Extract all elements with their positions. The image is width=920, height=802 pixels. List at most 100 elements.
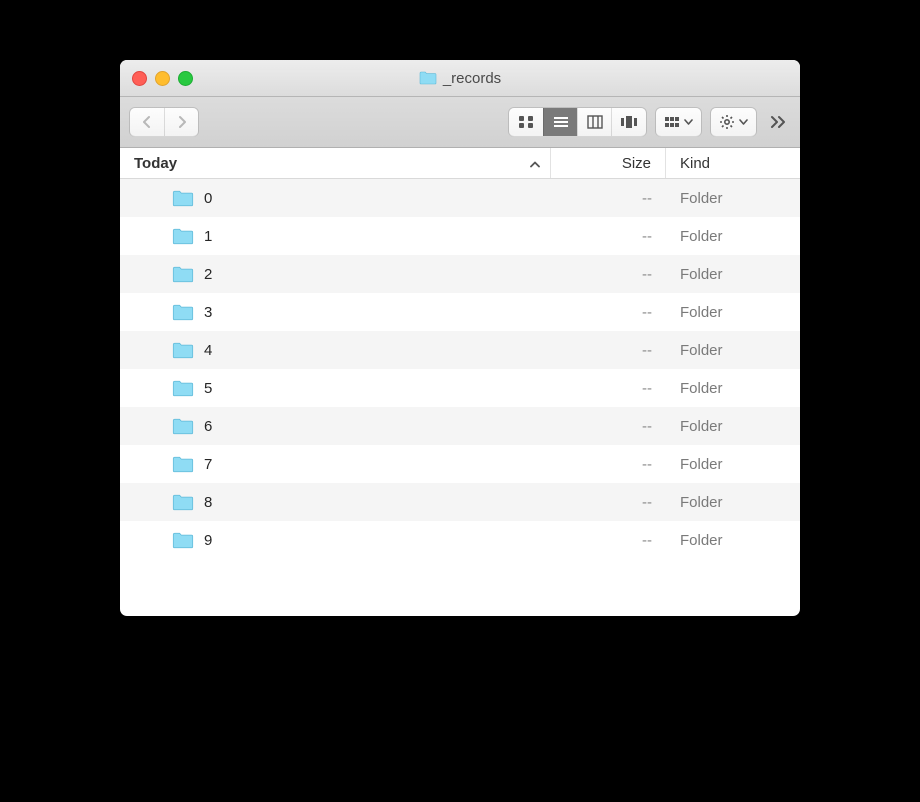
file-name-cell: 1 [120,228,552,245]
column-view-button[interactable] [577,108,611,136]
column-headers: Today Size Kind [120,148,800,179]
table-row[interactable]: 6 --Folder [120,407,800,445]
file-size-cell: -- [552,266,666,283]
view-mode-buttons [509,108,646,136]
icon-view-button[interactable] [509,108,543,136]
file-size-cell: -- [552,190,666,207]
file-size-cell: -- [552,418,666,435]
nav-buttons [130,108,198,136]
chevron-down-icon [739,119,748,125]
file-size-cell: -- [552,342,666,359]
file-name-cell: 5 [120,380,552,397]
sort-indicator [530,155,540,172]
folder-icon [172,456,194,473]
table-row[interactable]: 3--Folder [120,293,800,331]
zoom-window-button[interactable] [178,71,193,86]
table-row[interactable]: 9--Folder [120,521,800,559]
file-kind-cell: Folder [666,266,800,283]
file-name-cell: 6 [120,418,552,435]
folder-icon [172,494,194,511]
file-kind-cell: Folder [666,456,800,473]
file-name-cell: 7 [120,456,552,473]
file-name-cell: 8 [120,494,552,511]
folder-icon [172,342,194,359]
file-name: 3 [204,304,212,321]
file-size-cell: -- [552,456,666,473]
size-column-header[interactable]: Size [550,148,665,178]
forward-button[interactable] [164,108,198,136]
table-row[interactable]: 8--Folder [120,483,800,521]
file-name-cell: 2 [120,266,552,283]
file-name: 5 [204,380,212,397]
file-name: 8 [204,494,212,511]
titlebar: _records [120,60,800,97]
file-kind-cell: Folder [666,342,800,359]
table-row[interactable]: 4 --Folder [120,331,800,369]
toolbar [120,97,800,148]
file-name: 0 [204,190,212,207]
file-kind-cell: Folder [666,532,800,549]
file-kind-cell: Folder [666,494,800,511]
table-row[interactable]: 2--Folder [120,255,800,293]
chevron-down-icon [684,119,693,125]
back-button[interactable] [130,108,164,136]
window-title: _records [120,70,800,87]
chevron-up-icon [530,161,540,168]
close-window-button[interactable] [132,71,147,86]
file-name: 6 [204,418,212,435]
folder-icon [419,71,437,85]
file-name-cell: 9 [120,532,552,549]
folder-icon [172,532,194,549]
arrange-button-group [656,108,701,136]
file-name: 1 [204,228,212,245]
file-kind-cell: Folder [666,304,800,321]
folder-icon [172,418,194,435]
gear-icon [719,114,735,130]
double-chevron-right-icon [770,115,786,129]
folder-icon [172,190,194,207]
folder-icon [172,380,194,397]
kind-column-header[interactable]: Kind [665,148,800,178]
arrange-button[interactable] [656,108,701,136]
list-view-button[interactable] [543,108,577,136]
file-kind-cell: Folder [666,418,800,435]
kind-column-label: Kind [680,155,710,172]
action-button[interactable] [711,108,756,136]
minimize-window-button[interactable] [155,71,170,86]
file-kind-cell: Folder [666,380,800,397]
file-name: 7 [204,456,212,473]
window-title-text: _records [443,70,501,87]
file-name-cell: 3 [120,304,552,321]
list-view-icon [553,115,569,129]
coverflow-view-icon [620,115,638,129]
file-name: 4 [204,342,212,359]
icon-view-icon [518,115,534,129]
name-column-header[interactable]: Today [120,155,550,172]
table-row[interactable]: 0 --Folder [120,179,800,217]
folder-icon [172,228,194,245]
folder-icon [172,266,194,283]
action-button-group [711,108,756,136]
file-list[interactable]: 0--Folder1--Folder2--Folder3--Folder4--F… [120,179,800,616]
file-kind-cell: Folder [666,228,800,245]
file-kind-cell: Folder [666,190,800,207]
chevron-right-icon [177,115,187,129]
chevron-left-icon [142,115,152,129]
coverflow-view-button[interactable] [611,108,646,136]
finder-window: _records [120,60,800,616]
file-name-cell: 4 [120,342,552,359]
file-size-cell: -- [552,380,666,397]
file-name: 9 [204,532,212,549]
table-row[interactable]: 7 --Folder [120,445,800,483]
column-view-icon [587,115,603,129]
table-row[interactable]: 1 --Folder [120,217,800,255]
name-column-label: Today [134,155,177,172]
arrange-icon [664,116,680,128]
window-controls [120,71,193,86]
table-row[interactable]: 5 --Folder [120,369,800,407]
file-size-cell: -- [552,228,666,245]
toolbar-overflow-button[interactable] [766,108,790,136]
file-name-cell: 0 [120,190,552,207]
folder-icon [172,304,194,321]
size-column-label: Size [622,155,651,172]
